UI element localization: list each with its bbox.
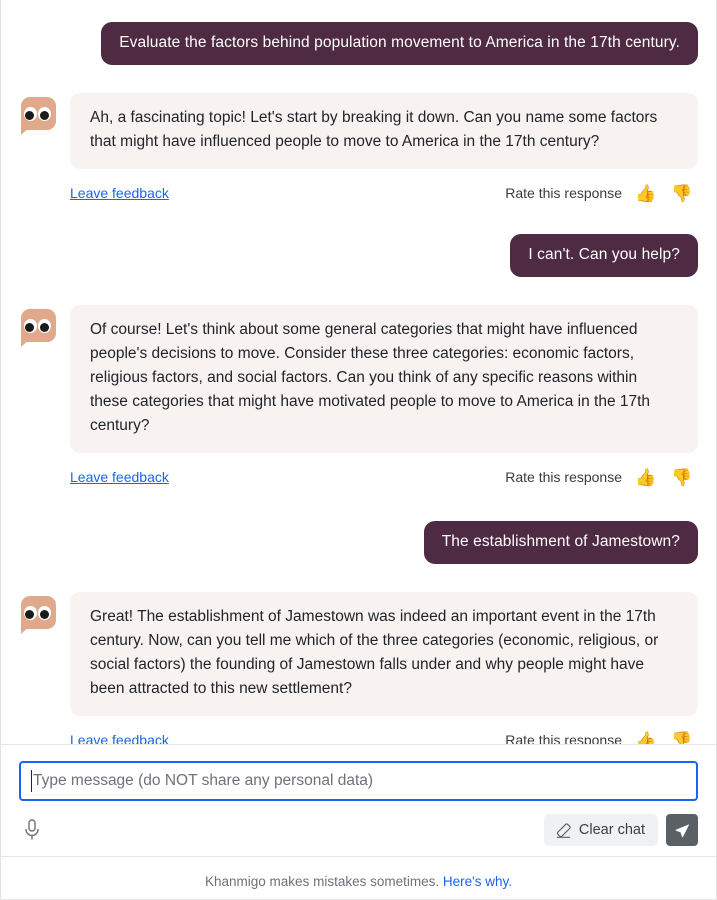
avatar-eye-left bbox=[24, 319, 37, 333]
assistant-message-column: Ah, a fascinating topic! Let's start by … bbox=[70, 93, 698, 207]
leave-feedback-link[interactable]: Leave feedback bbox=[70, 185, 169, 201]
thumbs-up-icon[interactable]: 👍 bbox=[632, 463, 660, 491]
rate-response-group: Rate this response 👍 👎 bbox=[505, 726, 696, 745]
assistant-message-bubble: Ah, a fascinating topic! Let's start by … bbox=[70, 93, 698, 169]
user-message-bubble: The establishment of Jamestown? bbox=[423, 521, 698, 564]
assistant-message-column: Great! The establishment of Jamestown wa… bbox=[70, 592, 698, 745]
avatar-eye-right bbox=[38, 107, 51, 121]
conversation-scroll-area[interactable]: Evaluate the factors behind population m… bbox=[1, 0, 716, 745]
assistant-message-bubble: Great! The establishment of Jamestown wa… bbox=[70, 592, 698, 716]
composer-right-actions: Clear chat bbox=[543, 814, 698, 846]
user-message-bubble: I can't. Can you help? bbox=[510, 234, 698, 277]
message-composer: Clear chat bbox=[1, 745, 716, 857]
rate-response-label: Rate this response bbox=[505, 469, 622, 485]
avatar-pupil-left bbox=[25, 610, 34, 619]
paper-plane-icon bbox=[674, 822, 691, 839]
clear-chat-label: Clear chat bbox=[578, 822, 645, 838]
avatar-eye-left bbox=[24, 107, 37, 121]
thumbs-down-icon[interactable]: 👎 bbox=[668, 726, 696, 744]
khanmigo-avatar-icon bbox=[19, 596, 58, 636]
clear-chat-button[interactable]: Clear chat bbox=[543, 814, 658, 846]
khanmigo-avatar-icon bbox=[19, 97, 58, 137]
message-row-assistant: Of course! Let's think about some genera… bbox=[1, 305, 716, 491]
footer-disclaimer-bar: Khanmigo makes mistakes sometimes. Here'… bbox=[1, 857, 716, 900]
avatar-pupil-right bbox=[40, 111, 49, 120]
thumbs-up-icon[interactable]: 👍 bbox=[632, 726, 660, 744]
rate-response-label: Rate this response bbox=[505, 732, 622, 745]
message-row-user: Evaluate the factors behind population m… bbox=[1, 22, 716, 65]
disclaimer-text: Khanmigo makes mistakes sometimes. bbox=[205, 874, 440, 889]
avatar-pupil-right bbox=[40, 323, 49, 332]
avatar-eye-right bbox=[38, 319, 51, 333]
avatar-tail-shape bbox=[21, 125, 32, 135]
avatar-tail-shape bbox=[21, 624, 32, 634]
avatar-tail-shape bbox=[21, 337, 32, 347]
message-input[interactable] bbox=[19, 761, 698, 801]
text-cursor bbox=[31, 770, 32, 792]
eraser-icon bbox=[555, 822, 572, 839]
heres-why-link[interactable]: Here's why. bbox=[443, 874, 512, 889]
user-message-bubble: Evaluate the factors behind population m… bbox=[101, 22, 698, 65]
feedback-bar: Leave feedback Rate this response 👍 👎 bbox=[70, 463, 698, 491]
message-row-assistant: Ah, a fascinating topic! Let's start by … bbox=[1, 93, 716, 207]
assistant-message-bubble: Of course! Let's think about some genera… bbox=[70, 305, 698, 453]
leave-feedback-link[interactable]: Leave feedback bbox=[70, 469, 169, 485]
assistant-message-column: Of course! Let's think about some genera… bbox=[70, 305, 698, 491]
message-input-wrapper bbox=[19, 761, 698, 801]
message-row-assistant: Great! The establishment of Jamestown wa… bbox=[1, 592, 716, 745]
avatar-eye-left bbox=[24, 606, 37, 620]
avatar-pupil-left bbox=[25, 323, 34, 332]
message-row-user: I can't. Can you help? bbox=[1, 234, 716, 277]
thumbs-up-icon[interactable]: 👍 bbox=[632, 179, 660, 207]
composer-actions: Clear chat bbox=[19, 813, 698, 847]
message-row-user: The establishment of Jamestown? bbox=[1, 521, 716, 564]
microphone-icon[interactable] bbox=[19, 815, 45, 845]
footer-text: Khanmigo makes mistakes sometimes. Here'… bbox=[205, 874, 512, 889]
feedback-bar: Leave feedback Rate this response 👍 👎 bbox=[70, 179, 698, 207]
thumbs-down-icon[interactable]: 👎 bbox=[668, 463, 696, 491]
rate-response-group: Rate this response 👍 👎 bbox=[505, 463, 696, 491]
avatar-pupil-right bbox=[40, 610, 49, 619]
khanmigo-chat-app: Evaluate the factors behind population m… bbox=[0, 0, 717, 900]
feedback-bar: Leave feedback Rate this response 👍 👎 bbox=[70, 726, 698, 745]
khanmigo-avatar-icon bbox=[19, 309, 58, 349]
send-button[interactable] bbox=[666, 814, 698, 846]
rate-response-group: Rate this response 👍 👎 bbox=[505, 179, 696, 207]
leave-feedback-link[interactable]: Leave feedback bbox=[70, 732, 169, 744]
thumbs-down-icon[interactable]: 👎 bbox=[668, 179, 696, 207]
rate-response-label: Rate this response bbox=[505, 185, 622, 201]
avatar-eye-right bbox=[38, 606, 51, 620]
avatar-pupil-left bbox=[25, 111, 34, 120]
